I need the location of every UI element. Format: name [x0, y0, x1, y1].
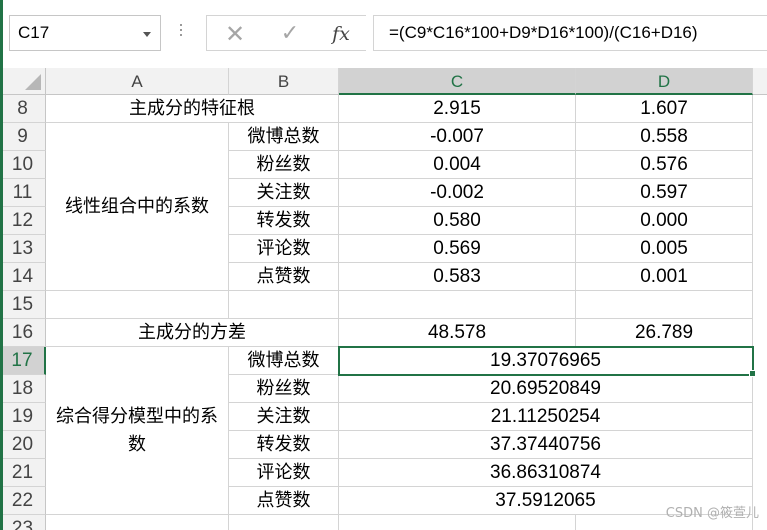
column-header-a[interactable]: A [46, 68, 229, 95]
row-header-11[interactable]: 11 [0, 179, 46, 207]
cell-c19-merged[interactable]: 21.11250254 [339, 403, 753, 431]
formula-text: =(C9*C16*100+D9*D16*100)/(C16+D16) [389, 23, 698, 42]
column-header-e[interactable] [753, 68, 767, 95]
cell-a23[interactable] [46, 515, 229, 530]
cell-a15[interactable] [46, 291, 229, 319]
cell-b22[interactable]: 点赞数 [229, 487, 339, 515]
window-edge [0, 0, 3, 530]
cell-d13[interactable]: 0.005 [576, 235, 753, 263]
cell-b10[interactable]: 粉丝数 [229, 151, 339, 179]
cell-d15[interactable] [576, 291, 753, 319]
cell-c11[interactable]: -0.002 [339, 179, 576, 207]
row-header-18[interactable]: 18 [0, 375, 46, 403]
row-header-16[interactable]: 16 [0, 319, 46, 347]
cell-c9[interactable]: -0.007 [339, 123, 576, 151]
row-header-10[interactable]: 10 [0, 151, 46, 179]
row-header-13[interactable]: 13 [0, 235, 46, 263]
cell-b15[interactable] [229, 291, 339, 319]
cell-c20-merged[interactable]: 37.37440756 [339, 431, 753, 459]
cell-a8-merged[interactable]: 主成分的特征根 [46, 95, 339, 123]
cell-c8[interactable]: 2.915 [339, 95, 576, 123]
cell-c21-merged[interactable]: 36.86310874 [339, 459, 753, 487]
cell-d14[interactable]: 0.001 [576, 263, 753, 291]
cell-d9[interactable]: 0.558 [576, 123, 753, 151]
cell-c10[interactable]: 0.004 [339, 151, 576, 179]
cell-c15[interactable] [339, 291, 576, 319]
cell-d12[interactable]: 0.000 [576, 207, 753, 235]
cell-c18-merged[interactable]: 20.69520849 [339, 375, 753, 403]
column-header-c[interactable]: C [339, 68, 576, 95]
cell-d11[interactable]: 0.597 [576, 179, 753, 207]
check-icon[interactable]: ✓ [278, 22, 302, 46]
cell-c14[interactable]: 0.583 [339, 263, 576, 291]
row-header-9[interactable]: 9 [0, 123, 46, 151]
column-header-d[interactable]: D [576, 68, 753, 95]
cell-c12[interactable]: 0.580 [339, 207, 576, 235]
cell-a16-merged[interactable]: 主成分的方差 [46, 319, 339, 347]
cell-c16[interactable]: 48.578 [339, 319, 576, 347]
row-header-20[interactable]: 20 [0, 431, 46, 459]
name-box[interactable]: C17 [9, 15, 161, 51]
select-all-button[interactable] [0, 68, 46, 95]
cell-b20[interactable]: 转发数 [229, 431, 339, 459]
cell-b17[interactable]: 微博总数 [229, 347, 339, 375]
cell-b23[interactable] [229, 515, 339, 530]
fill-handle[interactable] [749, 370, 756, 377]
chevron-down-icon[interactable] [143, 32, 151, 37]
row-header-8[interactable]: 8 [0, 95, 46, 123]
column-header-b[interactable]: B [229, 68, 339, 95]
cross-icon[interactable]: ✕ [223, 22, 247, 46]
cell-b19[interactable]: 关注数 [229, 403, 339, 431]
drag-handle-icon[interactable] [179, 24, 183, 42]
cell-c17-merged[interactable]: 19.37076965 [339, 347, 753, 375]
cell-a9-merged[interactable]: 线性组合中的系数 [46, 123, 229, 291]
cell-d8[interactable]: 1.607 [576, 95, 753, 123]
cell-c13[interactable]: 0.569 [339, 235, 576, 263]
cell-d10[interactable]: 0.576 [576, 151, 753, 179]
row-header-22[interactable]: 22 [0, 487, 46, 515]
cell-c23[interactable] [339, 515, 576, 530]
row-header-14[interactable]: 14 [0, 263, 46, 291]
row-header-21[interactable]: 21 [0, 459, 46, 487]
spreadsheet-grid: A B C D 8 9 10 11 12 13 14 15 16 17 18 1… [0, 68, 767, 530]
row-header-17[interactable]: 17 [0, 347, 46, 375]
cell-b21[interactable]: 评论数 [229, 459, 339, 487]
row-header-23[interactable]: 23 [0, 515, 46, 530]
formula-input[interactable]: =(C9*C16*100+D9*D16*100)/(C16+D16) [373, 15, 767, 51]
formula-bar: C17 ✕ ✓ fx =(C9*C16*100+D9*D16*100)/(C16… [0, 0, 767, 68]
row-header-15[interactable]: 15 [0, 291, 46, 319]
insert-function-icon[interactable]: fx [329, 22, 353, 46]
cell-b13[interactable]: 评论数 [229, 235, 339, 263]
cell-b14[interactable]: 点赞数 [229, 263, 339, 291]
cell-b11[interactable]: 关注数 [229, 179, 339, 207]
cell-d16[interactable]: 26.789 [576, 319, 753, 347]
row-header-12[interactable]: 12 [0, 207, 46, 235]
cell-b18[interactable]: 粉丝数 [229, 375, 339, 403]
cell-a17-merged[interactable]: 综合得分模型中的系数 [46, 347, 229, 515]
row-header-19[interactable]: 19 [0, 403, 46, 431]
name-box-value: C17 [18, 23, 50, 42]
cell-b9[interactable]: 微博总数 [229, 123, 339, 151]
cell-b12[interactable]: 转发数 [229, 207, 339, 235]
formula-buttons: ✕ ✓ fx [206, 15, 366, 51]
watermark: CSDN @筱萱儿 [665, 506, 759, 521]
